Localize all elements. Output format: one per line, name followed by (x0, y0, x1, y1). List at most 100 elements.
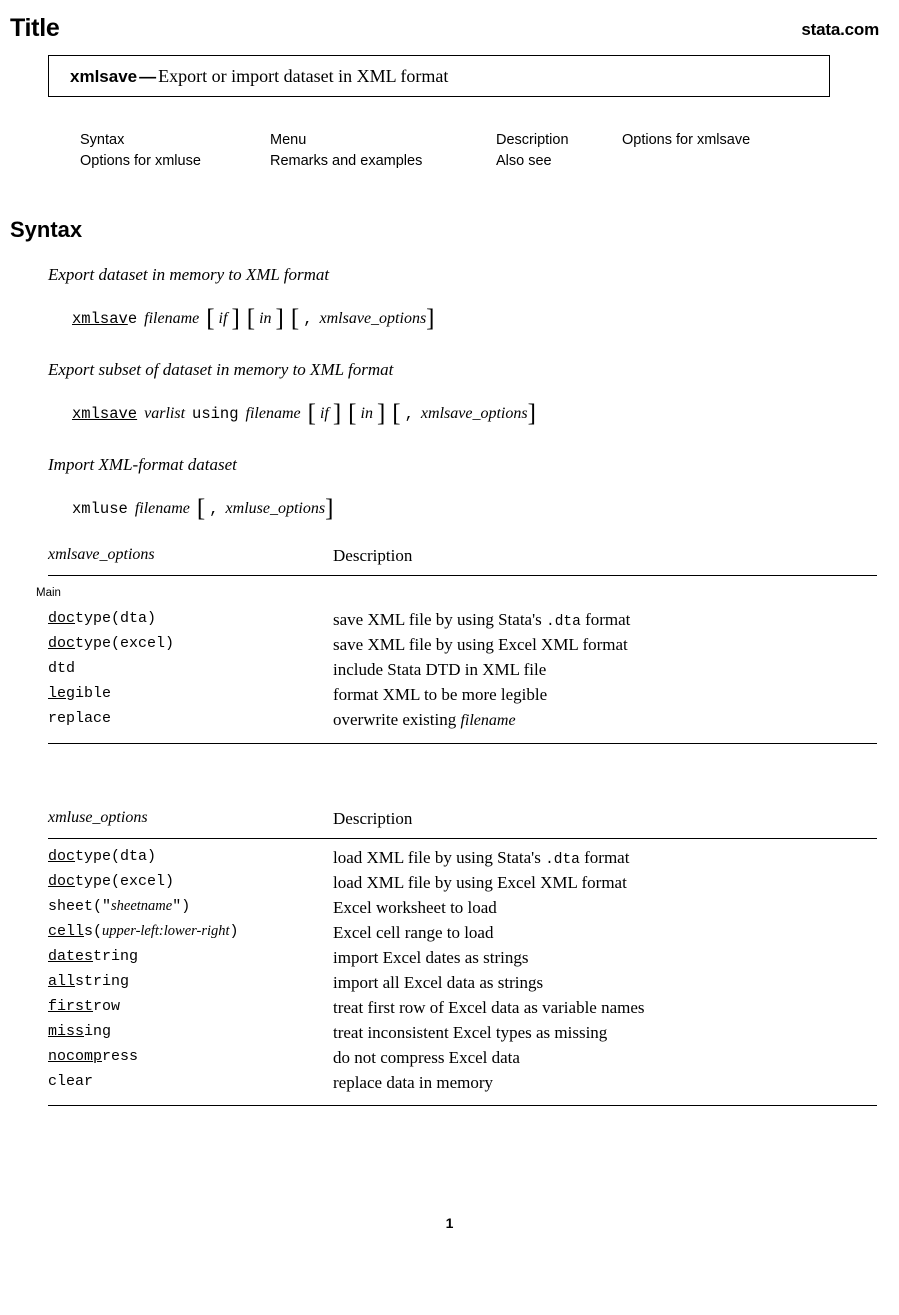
stata-com-link[interactable]: stata.com (801, 20, 879, 40)
column-header-description: Description (333, 546, 413, 565)
page-header: Title stata.com (10, 14, 879, 48)
option-rest: type(dta) (75, 610, 157, 627)
bracket-close-opts-icon: ] (325, 495, 334, 522)
page-number: 1 (445, 1215, 454, 1231)
option-description: save XML file by using Excel XML format (333, 635, 628, 654)
option-arg: sheetname (111, 898, 173, 914)
option-name[interactable]: missing (48, 1023, 111, 1040)
table-row: firstrow treat first row of Excel data a… (48, 998, 877, 1023)
option-description: save XML file by using Stata's .dta form… (333, 610, 630, 630)
nav-link-remarks-and-examples[interactable]: Remarks and examples (270, 151, 496, 172)
option-name[interactable]: firstrow (48, 998, 120, 1015)
desc-tail: format (579, 848, 630, 867)
option-name[interactable]: cells(upper-left:lower-right) (48, 923, 239, 940)
option-rest: tring (93, 948, 139, 965)
bracket-open-opts-icon: [ (392, 400, 401, 427)
option-abbrev: first (48, 998, 94, 1015)
syntax-in-1: in (259, 310, 272, 327)
table-row: cells(upper-left:lower-right) Excel cell… (48, 923, 877, 948)
option-name[interactable]: replace (48, 710, 111, 727)
table-row: nocompress do not compress Excel data (48, 1048, 877, 1073)
option-abbrev: all (48, 973, 76, 990)
table-row: doctype(excel) load XML file by using Ex… (48, 873, 877, 898)
option-name[interactable]: legible (48, 685, 111, 702)
command-name: xmlsave (70, 67, 138, 86)
nav-link-options-xmlsave[interactable]: Options for xmlsave (622, 130, 832, 151)
option-name[interactable]: datestring (48, 948, 138, 965)
option-abbrev: leg (48, 685, 76, 702)
option-rest: sheet(" (48, 898, 112, 915)
syntax-options-2: xmlsave_options (420, 405, 528, 422)
column-header-options: xmluse_options (48, 809, 148, 826)
option-rest: type(excel) (75, 635, 175, 652)
section-navigation: Syntax Menu Description Options for xmls… (80, 130, 840, 172)
table-row: missing treat inconsistent Excel types a… (48, 1023, 877, 1048)
option-name[interactable]: dtd (48, 660, 75, 677)
syntax-if-2: if (319, 405, 329, 422)
nav-link-syntax[interactable]: Syntax (80, 130, 270, 151)
option-rest: s( (84, 923, 103, 940)
option-name[interactable]: sheet("sheetname") (48, 898, 190, 915)
bracket-close-opts-icon: ] (527, 400, 536, 427)
table-row: datestring import Excel dates as strings (48, 948, 877, 973)
option-description: replace data in memory (333, 1073, 494, 1092)
option-name[interactable]: doctype(excel) (48, 873, 174, 890)
option-name[interactable]: doctype(dta) (48, 848, 156, 865)
option-abbrev: miss (48, 1023, 85, 1040)
nav-link-options-xmluse[interactable]: Options for xmluse (80, 151, 270, 172)
table-row: dtd include Stata DTD in XML file (48, 660, 877, 685)
option-abbrev: doc (48, 848, 76, 865)
nav-link-description[interactable]: Description (496, 130, 622, 151)
option-name[interactable]: nocompress (48, 1048, 138, 1065)
syntax-arg-filename-1: filename (144, 310, 200, 327)
desc-italic-arg: filename (460, 712, 516, 729)
table-rule-bottom (48, 743, 877, 744)
table-rule-top (48, 838, 877, 839)
option-description: treat inconsistent Excel types as missin… (333, 1023, 608, 1042)
nav-row-2: Options for xmluse Remarks and examples … (80, 151, 840, 172)
option-description: include Stata DTD in XML file (333, 660, 547, 679)
bracket-close-if-icon: ] (332, 400, 342, 427)
syntax-using-2: using (192, 405, 239, 423)
title-box: xmlsave — Export or import dataset in XML … (48, 55, 830, 97)
option-rest: ible (75, 685, 112, 702)
option-name[interactable]: allstring (48, 973, 129, 990)
option-rest2: ) (229, 923, 239, 940)
option-name[interactable]: doctype(excel) (48, 635, 174, 652)
nav-link-also-see[interactable]: Also see (496, 151, 622, 172)
syntax-caption-1: Export dataset in memory to XML format (48, 265, 330, 284)
bracket-open-if-icon: [ (206, 305, 215, 332)
option-description: import Excel dates as strings (333, 948, 529, 967)
table-row: replace overwrite existing filename (48, 710, 877, 735)
option-rest: ing (84, 1023, 112, 1040)
option-description: do not compress Excel data (333, 1048, 520, 1067)
option-description: Excel cell range to load (333, 923, 494, 942)
table-row: allstring import all Excel data as strin… (48, 973, 877, 998)
section-heading-syntax: Syntax (10, 217, 83, 242)
bracket-open-in-icon: [ (246, 305, 256, 332)
column-header-description: Description (333, 809, 413, 828)
desc-lead: overwrite existing (333, 710, 461, 729)
option-abbrev: doc (48, 610, 76, 627)
syntax-comma-2: , (404, 405, 414, 423)
command-description: Export or import dataset in XML format (158, 66, 449, 86)
table-rule-top (48, 575, 877, 576)
nav-row-1: Syntax Menu Description Options for xmls… (80, 130, 840, 151)
option-name[interactable]: doctype(dta) (48, 610, 156, 627)
title-dash: — (139, 67, 157, 86)
syntax-in-2: in (360, 405, 373, 422)
syntax-caption-3: Import XML-format dataset (48, 455, 237, 474)
column-header-options: xmlsave_options (48, 546, 155, 563)
option-abbrev: cell (48, 923, 85, 940)
title-box-content: xmlsave — Export or import dataset in XML … (70, 66, 448, 87)
option-abbrev: doc (48, 873, 76, 890)
table-row: doctype(dta) save XML file by using Stat… (48, 610, 877, 635)
option-rest: clear (48, 1073, 94, 1090)
option-abbrev: dates (48, 948, 94, 965)
nav-link-menu[interactable]: Menu (270, 130, 496, 151)
syntax-line-3: xmluse filename [, xmluse_options] (72, 492, 334, 522)
syntax-cmd-abbrev-1: xmlsav (72, 310, 128, 328)
syntax-options-3: xmluse_options (225, 500, 326, 517)
page-title: Title (10, 14, 60, 42)
option-name[interactable]: clear (48, 1073, 93, 1090)
